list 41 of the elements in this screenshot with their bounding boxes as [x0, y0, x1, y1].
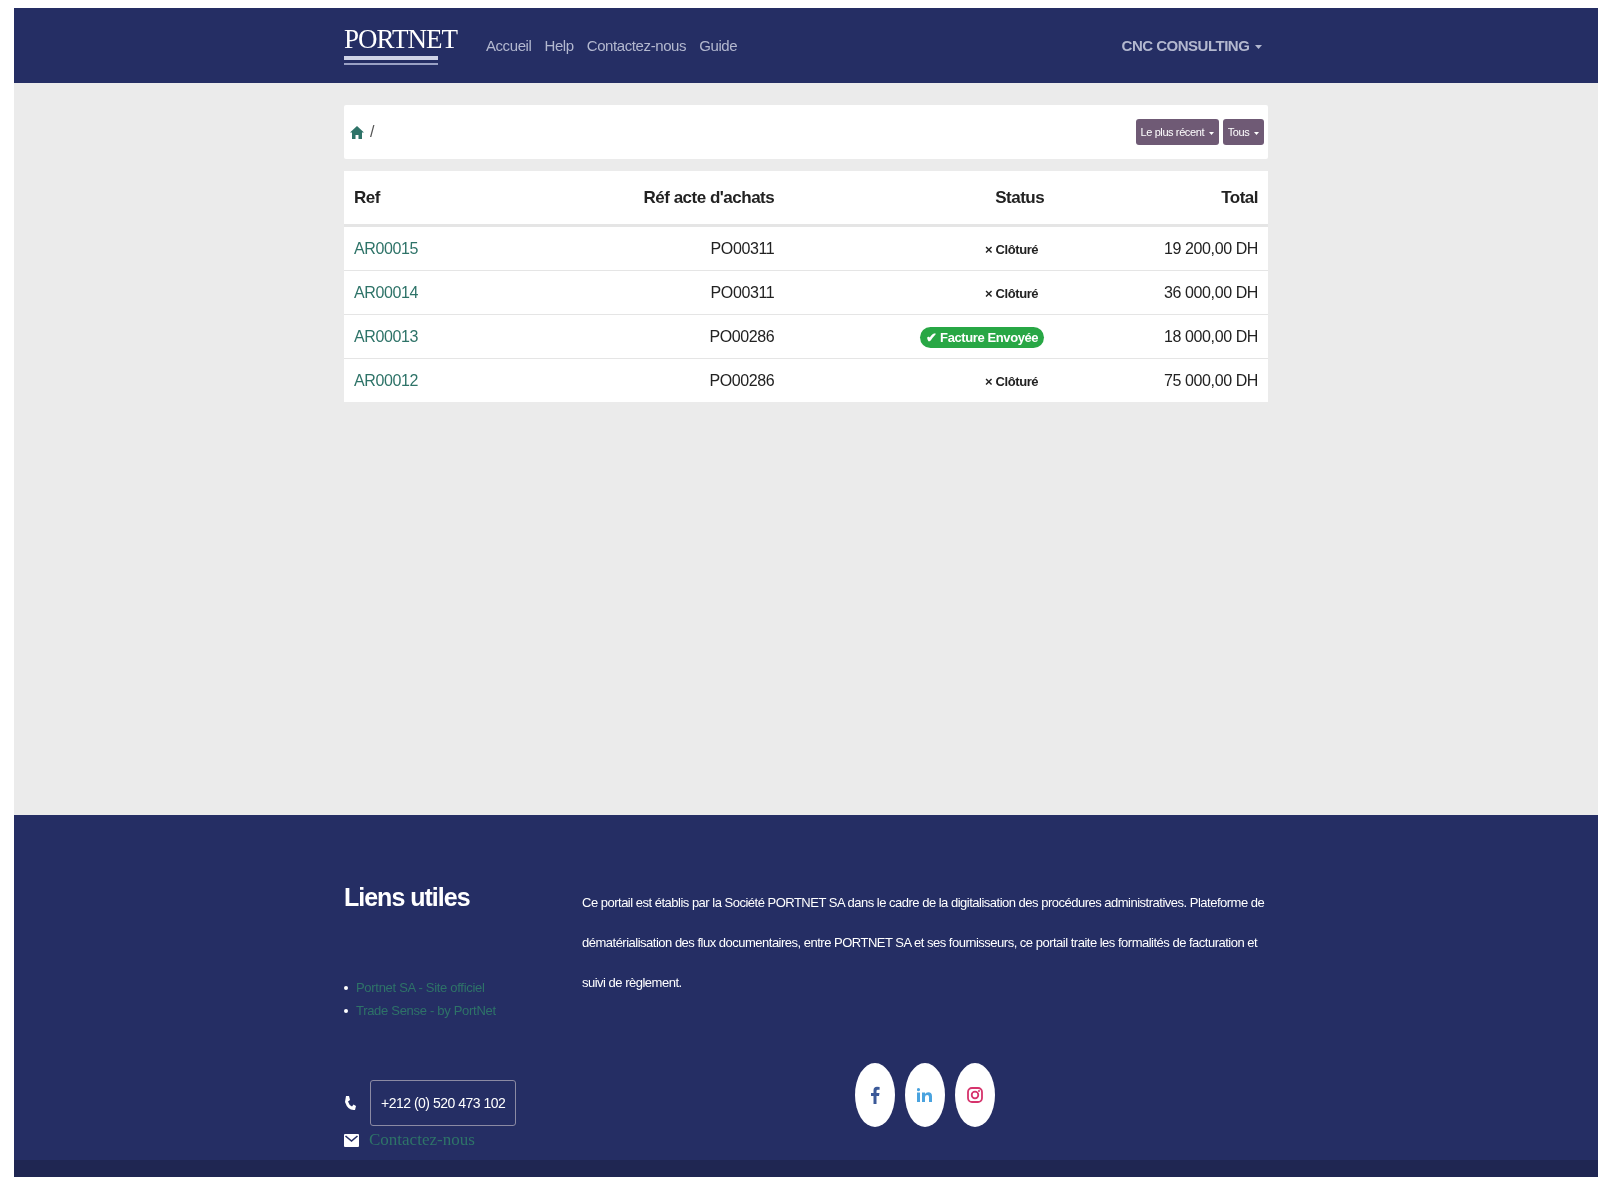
invoice-link[interactable]: AR00015 [354, 239, 418, 257]
caret-icon [1208, 131, 1214, 135]
caret-icon [1255, 45, 1262, 50]
status-badge: ✔ Facture Envoyée [920, 326, 1045, 348]
table-cell: 18 000,00 DH [1054, 314, 1268, 359]
table-cell: PO00286 [501, 314, 785, 359]
column-header: Total [1054, 171, 1268, 226]
status-label: × Clôturé [984, 372, 1040, 391]
table-cell: 19 200,00 DH [1054, 225, 1268, 271]
breadcrumb-separator: / [370, 123, 375, 141]
footer-heading: Liens utiles [344, 883, 471, 912]
home-icon[interactable] [350, 125, 364, 139]
column-header: Ref [344, 171, 502, 226]
table-cell: PO00311 [501, 225, 785, 271]
filter-dropdown[interactable]: Le plus récent [1135, 119, 1219, 145]
filter-dropdown[interactable]: Tous [1222, 119, 1264, 145]
table-cell: PO00311 [501, 270, 785, 315]
table-cell: 75 000,00 DH [1054, 358, 1268, 402]
phone-number: +212 (0) 520 473 102 [370, 1080, 517, 1126]
column-header: Réf acte d'achats [501, 171, 785, 226]
table-cell: PO00286 [501, 358, 785, 402]
nav-link[interactable]: Guide [699, 37, 738, 54]
nav-link[interactable]: Help [544, 37, 574, 54]
table-cell: 36 000,00 DH [1054, 270, 1268, 315]
status-label: × Clôturé [984, 284, 1040, 303]
footer-description: Ce portail est établis par la Société PORTNET SA dans le cadre de la digitalisation des procédures administratives. Plateforme de dématérialisation des flux documentaires, entre PORTNET SA et ses fournisseurs, ce portail traite les formalités de facturation et suivi de règlement. [582, 894, 1266, 992]
nav-link[interactable]: Accueil [485, 37, 532, 54]
instagram-icon[interactable] [955, 1063, 995, 1127]
column-header: Status [784, 171, 1055, 226]
user-menu[interactable]: CNC CONSULTING [1121, 37, 1262, 54]
invoice-link[interactable]: AR00013 [354, 327, 418, 345]
caret-icon [1254, 131, 1259, 135]
portnet-logo[interactable]: PORTNET [344, 24, 457, 67]
invoice-link[interactable]: AR00014 [354, 283, 418, 301]
status-label: × Clôturé [984, 240, 1040, 259]
phone-icon [344, 1095, 356, 1111]
nav-link[interactable]: Contactez-nous [586, 37, 687, 54]
linkedin-icon[interactable] [905, 1063, 945, 1127]
facebook-icon[interactable] [855, 1063, 895, 1127]
invoice-link[interactable]: AR00012 [354, 371, 418, 389]
envelope-icon [344, 1133, 359, 1147]
